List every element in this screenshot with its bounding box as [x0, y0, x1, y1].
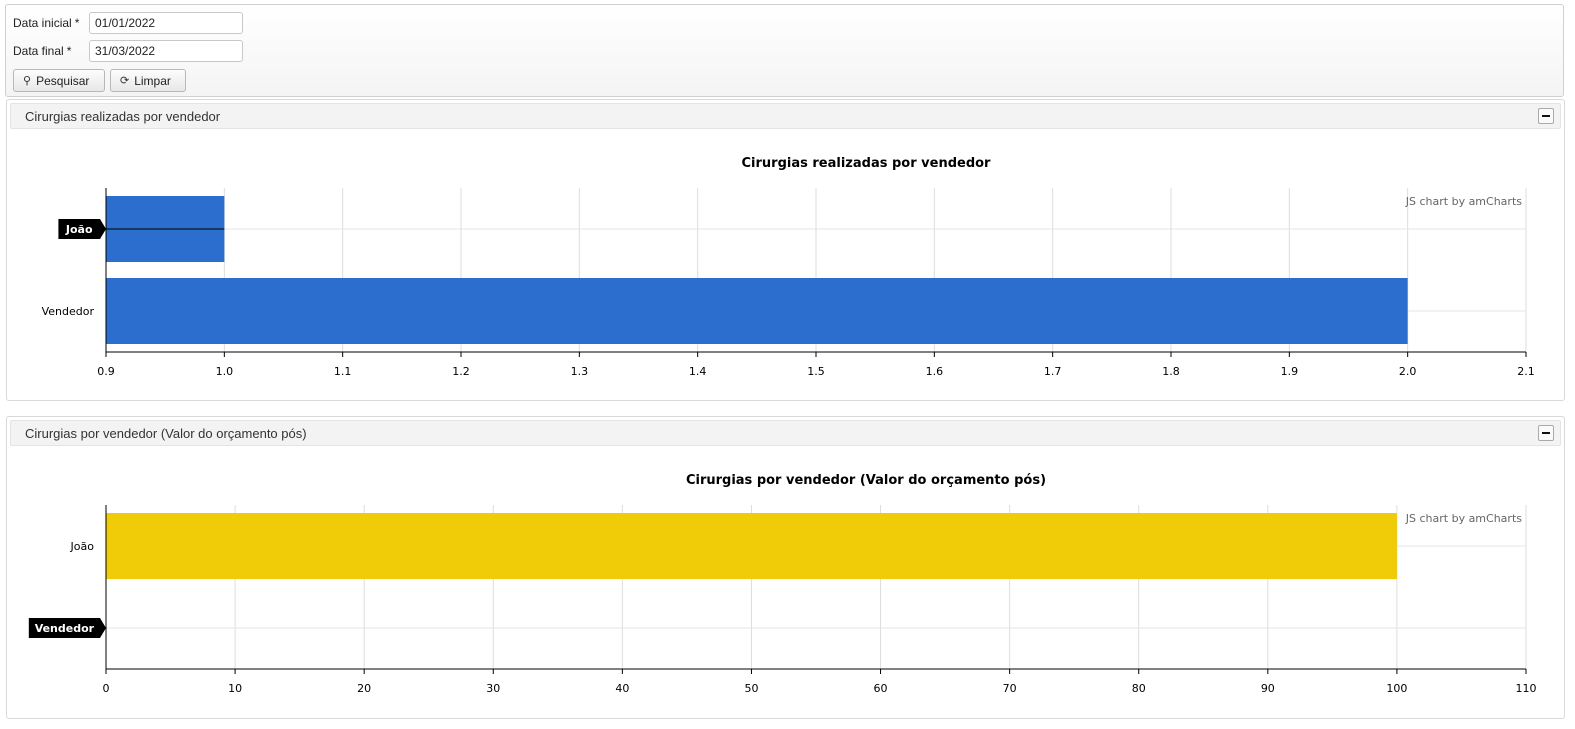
x-tick-label: 40: [615, 682, 629, 695]
chart-title: Cirurgias por vendedor (Valor do orçamen…: [686, 473, 1046, 488]
search-icon: ⚲: [23, 75, 32, 87]
x-tick-label: 60: [874, 682, 888, 695]
y-category-label: Vendedor: [42, 305, 95, 318]
x-tick-label: 1.9: [1281, 365, 1299, 378]
chart-credit: JS chart by amCharts: [1405, 512, 1522, 525]
end-date-input[interactable]: 31/03/2022: [89, 40, 243, 62]
y-category-label: João: [70, 540, 95, 553]
search-button-label: Pesquisar: [36, 73, 90, 88]
x-tick-label: 1.4: [689, 365, 707, 378]
y-category-label: Vendedor: [35, 622, 95, 635]
x-tick-label: 1.0: [216, 365, 234, 378]
x-tick-label: 20: [357, 682, 371, 695]
x-tick-label: 1.1: [334, 365, 352, 378]
required-mark: *: [74, 16, 80, 30]
chart-title: Cirurgias realizadas por vendedor: [742, 156, 992, 171]
category-cursor-label: Vendedor: [28, 618, 106, 638]
y-category-label: João: [65, 223, 93, 236]
x-tick-label: 1.5: [807, 365, 825, 378]
x-tick-label: 2.0: [1399, 365, 1417, 378]
bar-chart: Cirurgias realizadas por vendedor 0.9 1.0 1…: [42, 156, 1535, 378]
chart-panel-sales: Cirurgias realizadas por vendedor Cirurg…: [6, 99, 1565, 401]
x-tick-label: 1.7: [1044, 365, 1062, 378]
chart-panel-budget: Cirurgias por vendedor (Valor do orçamen…: [6, 416, 1565, 719]
x-tick-label: 0.9: [97, 365, 115, 378]
x-tick-label: 50: [744, 682, 758, 695]
x-tick-label: 100: [1386, 682, 1407, 695]
filter-panel: Data inicial * 01/01/2022 Data final * 31/…: [5, 4, 1564, 97]
refresh-icon: ⟳: [120, 75, 130, 87]
start-date-row: Data inicial * 01/01/2022: [13, 12, 243, 34]
bar-joo: [106, 513, 1397, 579]
x-tick-label: 2.1: [1517, 365, 1535, 378]
clear-button[interactable]: ⟳ Limpar: [110, 69, 186, 92]
end-date-label: Data final *: [13, 44, 72, 58]
x-tick-label: 0: [103, 682, 110, 695]
x-tick-label: 70: [1003, 682, 1017, 695]
clear-button-label: Limpar: [134, 73, 171, 88]
bar-chart: Cirurgias por vendedor (Valor do orçamen…: [28, 473, 1537, 695]
x-tick-label: 10: [228, 682, 242, 695]
x-tick-label: 1.8: [1162, 365, 1180, 378]
bar-vendedor: [106, 278, 1408, 344]
x-tick-label: 30: [486, 682, 500, 695]
search-button[interactable]: ⚲ Pesquisar: [13, 69, 105, 92]
end-date-row: Data final * 31/03/2022: [13, 40, 243, 62]
x-tick-label: 110: [1516, 682, 1537, 695]
x-tick-label: 1.3: [571, 365, 589, 378]
x-tick-label: 1.6: [926, 365, 944, 378]
x-tick-label: 1.2: [452, 365, 470, 378]
start-date-label: Data inicial *: [13, 16, 80, 30]
x-tick-label: 90: [1261, 682, 1275, 695]
required-mark: *: [66, 44, 72, 58]
start-date-input[interactable]: 01/01/2022: [89, 12, 243, 34]
category-cursor-label: João: [58, 219, 106, 239]
chart-credit: JS chart by amCharts: [1405, 195, 1522, 208]
x-tick-label: 80: [1132, 682, 1146, 695]
